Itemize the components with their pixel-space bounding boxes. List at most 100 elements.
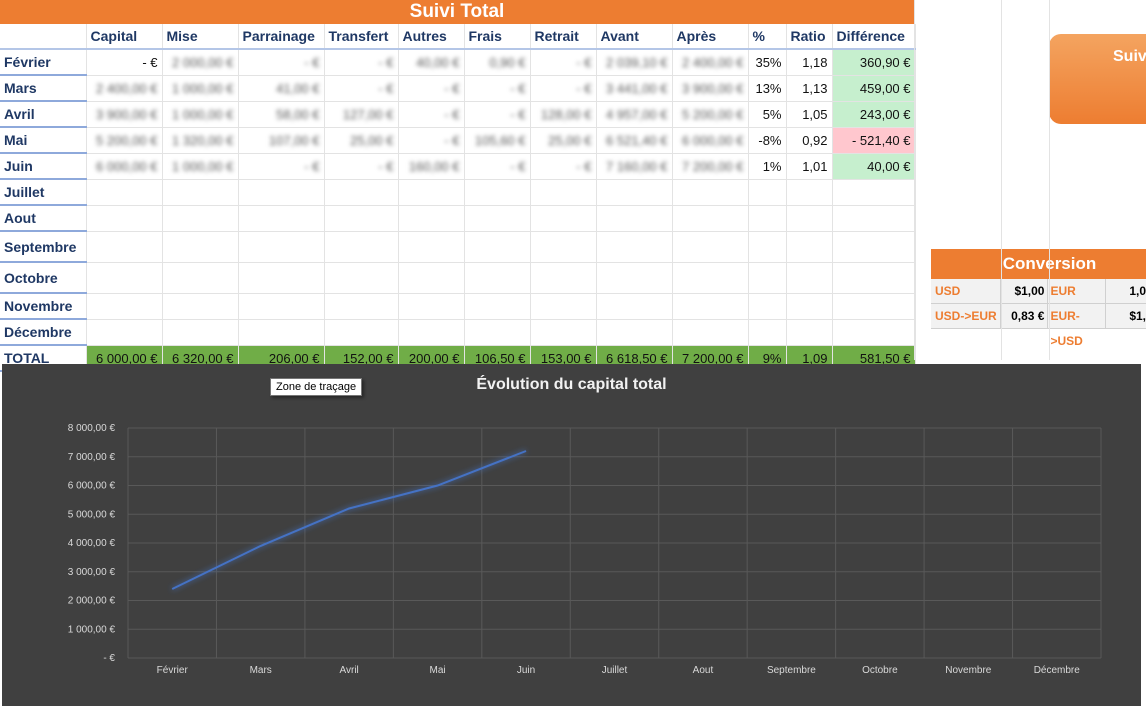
transfert-cell[interactable]: - € bbox=[324, 153, 399, 180]
avant-cell[interactable] bbox=[596, 262, 673, 294]
frais-cell[interactable] bbox=[464, 231, 531, 263]
mise-cell[interactable]: 1 000,00 € bbox=[162, 101, 239, 128]
mise-cell[interactable]: 2 000,00 € bbox=[162, 49, 239, 76]
month-cell[interactable]: Novembre bbox=[0, 293, 87, 320]
transfert-cell[interactable] bbox=[324, 179, 399, 206]
frais-cell[interactable] bbox=[464, 262, 531, 294]
diff-cell[interactable]: 360,90 € bbox=[832, 49, 916, 76]
frais-cell[interactable] bbox=[464, 179, 531, 206]
diff-cell[interactable]: 243,00 € bbox=[832, 101, 916, 128]
conversion-value[interactable]: $1,00 bbox=[1000, 279, 1049, 304]
mise-cell[interactable] bbox=[162, 179, 239, 206]
capital-cell[interactable] bbox=[86, 319, 163, 346]
column-header[interactable]: Différence bbox=[832, 24, 916, 50]
retrait-cell[interactable] bbox=[530, 231, 597, 263]
column-header[interactable]: Capital bbox=[86, 24, 163, 50]
pct-cell[interactable]: 35% bbox=[748, 49, 787, 76]
frais-cell[interactable]: - € bbox=[464, 153, 531, 180]
apres-cell[interactable] bbox=[672, 231, 749, 263]
column-header[interactable]: Frais bbox=[464, 24, 531, 50]
capital-cell[interactable] bbox=[86, 293, 163, 320]
diff-cell[interactable]: 40,00 € bbox=[832, 153, 916, 180]
pct-cell[interactable] bbox=[748, 231, 787, 263]
conversion-label[interactable]: USD->EUR bbox=[931, 304, 1001, 329]
capital-cell[interactable] bbox=[86, 205, 163, 232]
ratio-cell[interactable]: 1,18 bbox=[786, 49, 833, 76]
ratio-cell[interactable] bbox=[786, 205, 833, 232]
mise-cell[interactable]: 1 000,00 € bbox=[162, 153, 239, 180]
parrainage-cell[interactable] bbox=[238, 205, 325, 232]
ratio-cell[interactable]: 1,05 bbox=[786, 101, 833, 128]
mise-cell[interactable] bbox=[162, 293, 239, 320]
header-blank[interactable] bbox=[0, 24, 87, 50]
avant-cell[interactable]: 7 160,00 € bbox=[596, 153, 673, 180]
parrainage-cell[interactable]: - € bbox=[238, 153, 325, 180]
column-header[interactable]: % bbox=[748, 24, 787, 50]
frais-cell[interactable]: - € bbox=[464, 101, 531, 128]
frais-cell[interactable] bbox=[464, 319, 531, 346]
ratio-cell[interactable] bbox=[786, 262, 833, 294]
autres-cell[interactable] bbox=[398, 179, 465, 206]
capital-cell[interactable]: 2 400,00 € bbox=[86, 75, 163, 102]
retrait-cell[interactable] bbox=[530, 179, 597, 206]
pct-cell[interactable] bbox=[748, 319, 787, 346]
diff-cell[interactable] bbox=[832, 319, 916, 346]
autres-cell[interactable]: - € bbox=[398, 127, 465, 154]
diff-cell[interactable]: - 521,40 € bbox=[832, 127, 916, 154]
autres-cell[interactable] bbox=[398, 205, 465, 232]
frais-cell[interactable]: 0,90 € bbox=[464, 49, 531, 76]
frais-cell[interactable]: - € bbox=[464, 75, 531, 102]
apres-cell[interactable]: 5 200,00 € bbox=[672, 101, 749, 128]
diff-cell[interactable] bbox=[832, 231, 916, 263]
column-header[interactable]: Autres bbox=[398, 24, 465, 50]
pct-cell[interactable]: -8% bbox=[748, 127, 787, 154]
apres-cell[interactable] bbox=[672, 179, 749, 206]
month-cell[interactable]: Décembre bbox=[0, 319, 87, 346]
summary-button[interactable]: Suiv bbox=[1049, 34, 1146, 124]
apres-cell[interactable]: 2 400,00 € bbox=[672, 49, 749, 76]
pct-cell[interactable]: 13% bbox=[748, 75, 787, 102]
retrait-cell[interactable] bbox=[530, 293, 597, 320]
month-cell[interactable]: Septembre bbox=[0, 231, 87, 263]
month-cell[interactable]: Avril bbox=[0, 101, 87, 128]
ratio-cell[interactable]: 0,92 bbox=[786, 127, 833, 154]
avant-cell[interactable] bbox=[596, 205, 673, 232]
month-cell[interactable]: Mars bbox=[0, 75, 87, 102]
transfert-cell[interactable]: 127,00 € bbox=[324, 101, 399, 128]
transfert-cell[interactable] bbox=[324, 293, 399, 320]
parrainage-cell[interactable] bbox=[238, 179, 325, 206]
mise-cell[interactable]: 1 320,00 € bbox=[162, 127, 239, 154]
pct-cell[interactable] bbox=[748, 262, 787, 294]
autres-cell[interactable]: 160,00 € bbox=[398, 153, 465, 180]
parrainage-cell[interactable]: 58,00 € bbox=[238, 101, 325, 128]
pct-cell[interactable]: 1% bbox=[748, 153, 787, 180]
conversion-label[interactable]: EUR bbox=[1048, 279, 1107, 304]
apres-cell[interactable]: 3 900,00 € bbox=[672, 75, 749, 102]
capital-cell[interactable]: 6 000,00 € bbox=[86, 153, 163, 180]
autres-cell[interactable]: - € bbox=[398, 101, 465, 128]
retrait-cell[interactable] bbox=[530, 262, 597, 294]
column-header[interactable]: Parrainage bbox=[238, 24, 325, 50]
retrait-cell[interactable]: - € bbox=[530, 75, 597, 102]
autres-cell[interactable] bbox=[398, 231, 465, 263]
month-cell[interactable]: Juillet bbox=[0, 179, 87, 206]
retrait-cell[interactable]: 25,00 € bbox=[530, 127, 597, 154]
ratio-cell[interactable] bbox=[786, 179, 833, 206]
capital-chart[interactable]: Évolution du capital total Zone de traça… bbox=[2, 364, 1141, 706]
transfert-cell[interactable] bbox=[324, 231, 399, 263]
apres-cell[interactable] bbox=[672, 293, 749, 320]
mise-cell[interactable] bbox=[162, 205, 239, 232]
diff-cell[interactable] bbox=[832, 262, 916, 294]
retrait-cell[interactable] bbox=[530, 205, 597, 232]
parrainage-cell[interactable]: - € bbox=[238, 49, 325, 76]
autres-cell[interactable] bbox=[398, 293, 465, 320]
pct-cell[interactable] bbox=[748, 293, 787, 320]
transfert-cell[interactable] bbox=[324, 205, 399, 232]
column-header[interactable]: Après bbox=[672, 24, 749, 50]
avant-cell[interactable]: 6 521,40 € bbox=[596, 127, 673, 154]
chart-plot[interactable]: - € 1 000,00 € 2 000,00 € 3 000,00 € 4 000,0… bbox=[2, 364, 1141, 706]
parrainage-cell[interactable]: 107,00 € bbox=[238, 127, 325, 154]
column-header[interactable]: Ratio bbox=[786, 24, 833, 50]
conversion-value[interactable]: 1,0 bbox=[1106, 279, 1146, 304]
avant-cell[interactable] bbox=[596, 293, 673, 320]
